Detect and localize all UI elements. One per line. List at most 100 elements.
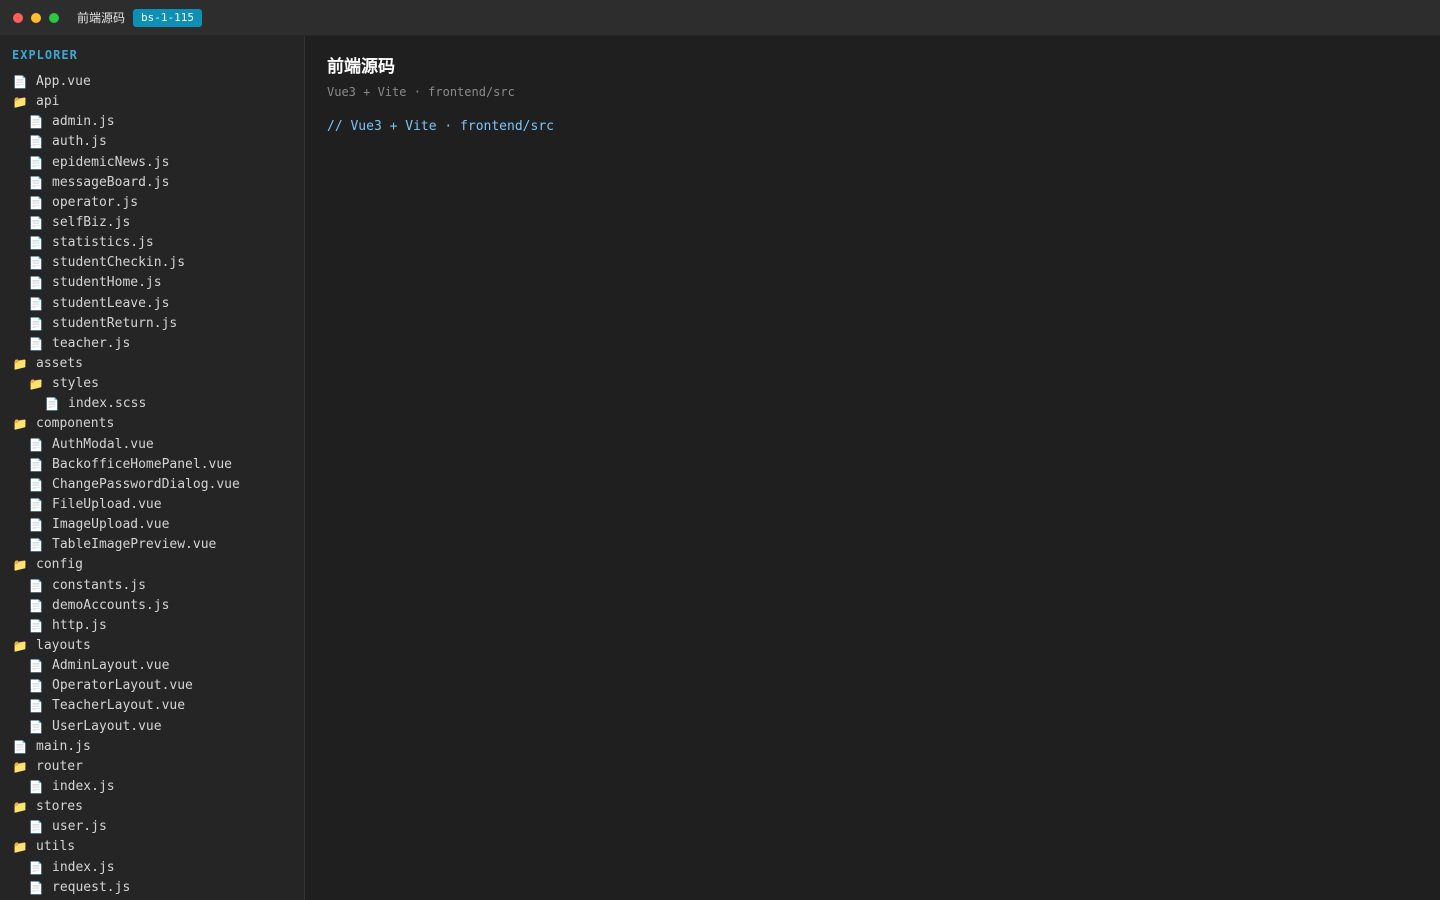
folder-icon: 📁 — [12, 558, 28, 573]
tree-file[interactable]: 📄 App.vue — [0, 72, 304, 92]
tree-item-label: epidemicNews.js — [52, 154, 170, 170]
tree-folder[interactable]: 📁 config — [0, 555, 304, 575]
file-icon: 📄 — [28, 477, 44, 492]
tree-item-label: index.js — [52, 778, 115, 794]
tree-file[interactable]: 📄 auth.js — [0, 132, 304, 152]
tree-item-label: TableImagePreview.vue — [52, 537, 217, 553]
file-icon: 📄 — [28, 115, 44, 130]
tree-item-label: UserLayout.vue — [52, 718, 162, 734]
tree-folder[interactable]: 📁 layouts — [0, 636, 304, 656]
tree-item-label: operator.js — [52, 194, 139, 210]
tree-file[interactable]: 📄 TeacherLayout.vue — [0, 696, 304, 716]
tree-item-label: main.js — [36, 738, 91, 754]
tree-item-label: http.js — [52, 617, 107, 633]
file-icon: 📄 — [28, 618, 44, 633]
file-icon: 📄 — [28, 457, 44, 472]
file-icon: 📄 — [28, 216, 44, 231]
tree-file[interactable]: 📄 index.js — [0, 777, 304, 797]
tree-item-label: ImageUpload.vue — [52, 517, 170, 533]
tree-item-label: App.vue — [36, 74, 91, 90]
tree-file[interactable]: 📄 messageBoard.js — [0, 173, 304, 193]
tree-item-label: AuthModal.vue — [52, 436, 154, 452]
tree-item-label: user.js — [52, 819, 107, 835]
tree-item-label: auth.js — [52, 134, 107, 150]
tree-item-label: ChangePasswordDialog.vue — [52, 476, 240, 492]
tree-file[interactable]: 📄 teacher.js — [0, 334, 304, 354]
file-icon: 📄 — [28, 155, 44, 170]
tree-file[interactable]: 📄 AuthModal.vue — [0, 435, 304, 455]
tree-item-label: studentReturn.js — [52, 315, 178, 331]
tree-file[interactable]: 📄 admin.js — [0, 112, 304, 132]
tree-item-label: studentLeave.js — [52, 295, 170, 311]
tree-file[interactable]: 📄 studentCheckin.js — [0, 253, 304, 273]
tree-folder[interactable]: 📁 stores — [0, 797, 304, 817]
tree-file[interactable]: 📄 studentLeave.js — [0, 294, 304, 314]
maximize-window-button[interactable] — [49, 12, 59, 23]
tree-file[interactable]: 📄 user.js — [0, 817, 304, 837]
file-icon: 📄 — [28, 860, 44, 875]
file-icon: 📄 — [44, 397, 60, 412]
tree-file[interactable]: 📄 demoAccounts.js — [0, 596, 304, 616]
tree-item-label: teacher.js — [52, 335, 131, 351]
tree-folder[interactable]: 📁 components — [0, 414, 304, 434]
page-subtitle: Vue3 + Vite · frontend/src — [327, 85, 515, 99]
tree-file[interactable]: 📄 ImageUpload.vue — [0, 515, 304, 535]
tree-file[interactable]: 📄 ChangePasswordDialog.vue — [0, 475, 304, 495]
tree-folder[interactable]: 📁 styles — [0, 374, 304, 394]
tree-folder[interactable]: 📁 router — [0, 757, 304, 777]
tree-file[interactable]: 📄 studentReturn.js — [0, 314, 304, 334]
tree-item-label: utils — [36, 839, 76, 855]
file-icon: 📄 — [12, 739, 28, 754]
file-icon: 📄 — [28, 135, 44, 150]
tree-folder[interactable]: 📁 utils — [0, 837, 304, 857]
folder-icon: 📁 — [12, 759, 28, 774]
tree-item-label: constants.js — [52, 577, 146, 593]
explorer-sidebar: EXPLORER 📄 App.vue 📁 api 📄 admin.js 📄 auth.js 📄 e… — [0, 36, 305, 900]
file-icon: 📄 — [28, 518, 44, 533]
folder-icon: 📁 — [12, 840, 28, 855]
minimize-window-button[interactable] — [31, 12, 41, 23]
file-icon: 📄 — [28, 659, 44, 674]
tree-file[interactable]: 📄 main.js — [0, 737, 304, 757]
file-icon: 📄 — [28, 699, 44, 714]
workspace: EXPLORER 📄 App.vue 📁 api 📄 admin.js 📄 auth.js 📄 e… — [0, 36, 1440, 900]
tree-file[interactable]: 📄 http.js — [0, 616, 304, 636]
tree-file[interactable]: 📄 request.js — [0, 878, 304, 898]
tree-file[interactable]: 📄 UserLayout.vue — [0, 717, 304, 737]
tree-folder[interactable]: 📁 api — [0, 92, 304, 112]
tree-file[interactable]: 📄 constants.js — [0, 576, 304, 596]
title-bar: 前端源码 bs-1-115 — [0, 0, 1440, 36]
file-icon: 📄 — [28, 598, 44, 613]
tree-item-label: OperatorLayout.vue — [52, 678, 193, 694]
tree-file[interactable]: 📄 statistics.js — [0, 233, 304, 253]
tree-file[interactable]: 📄 FileUpload.vue — [0, 495, 304, 515]
tree-file[interactable]: 📄 operator.js — [0, 193, 304, 213]
tree-item-label: assets — [36, 356, 83, 372]
file-icon: 📄 — [28, 336, 44, 351]
tree-file[interactable]: 📄 BackofficeHomePanel.vue — [0, 455, 304, 475]
folder-icon: 📁 — [12, 800, 28, 815]
tree-file[interactable]: 📄 selfBiz.js — [0, 213, 304, 233]
page-title: 前端源码 — [327, 57, 395, 77]
file-icon: 📄 — [12, 75, 28, 90]
main-content: 前端源码 Vue3 + Vite · frontend/src // Vue3 … — [305, 36, 1440, 900]
tree-file[interactable]: 📄 studentHome.js — [0, 273, 304, 293]
file-icon: 📄 — [28, 296, 44, 311]
tree-file[interactable]: 📄 TableImagePreview.vue — [0, 535, 304, 555]
file-icon: 📄 — [28, 538, 44, 553]
tree-file[interactable]: 📄 index.js — [0, 857, 304, 877]
tree-folder[interactable]: 📁 assets — [0, 354, 304, 374]
file-icon: 📄 — [28, 719, 44, 734]
close-window-button[interactable] — [13, 12, 23, 23]
tree-file[interactable]: 📄 epidemicNews.js — [0, 153, 304, 173]
tree-file[interactable]: 📄 index.scss — [0, 394, 304, 414]
file-icon: 📄 — [28, 195, 44, 210]
folder-icon: 📁 — [28, 377, 44, 392]
tree-file[interactable]: 📄 AdminLayout.vue — [0, 656, 304, 676]
tree-file[interactable]: 📄 OperatorLayout.vue — [0, 676, 304, 696]
folder-icon: 📁 — [12, 357, 28, 372]
tree-item-label: AdminLayout.vue — [52, 658, 170, 674]
window-title: 前端源码 — [77, 11, 126, 25]
tree-item-label: selfBiz.js — [52, 215, 131, 231]
tree-item-label: BackofficeHomePanel.vue — [52, 456, 233, 472]
